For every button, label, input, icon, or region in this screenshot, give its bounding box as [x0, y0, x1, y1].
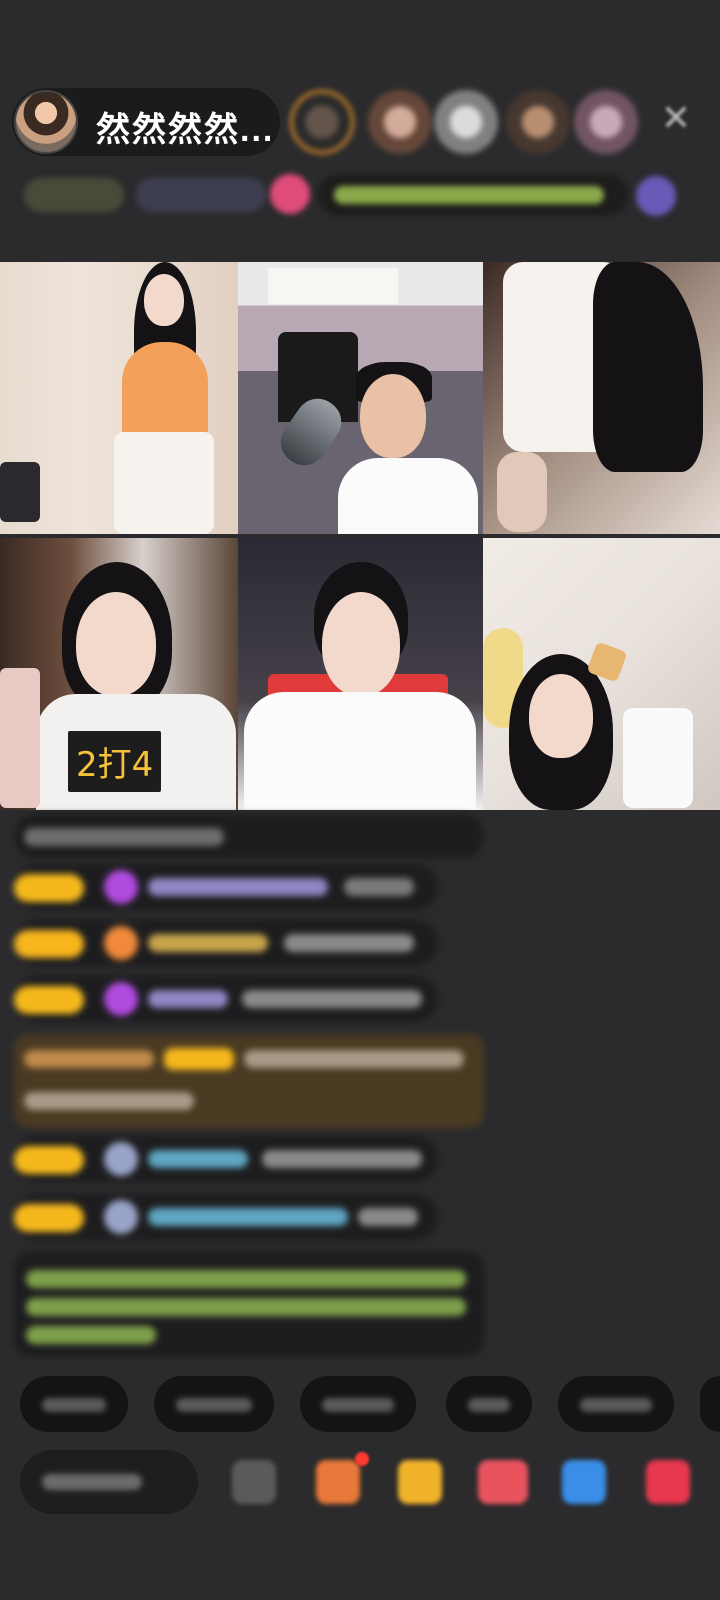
live-room-header: 然然然然... ✕ — [0, 82, 720, 160]
quick-reply-chip[interactable] — [700, 1376, 720, 1432]
host-avatar[interactable] — [14, 90, 78, 154]
chat-message[interactable] — [14, 814, 484, 858]
quick-reply-chip[interactable] — [300, 1376, 416, 1432]
video-tile[interactable] — [238, 538, 483, 810]
multi-guest-video-grid: 2打4 — [0, 262, 720, 816]
viewer-avatar[interactable] — [434, 90, 498, 154]
chat-message[interactable] — [14, 976, 438, 1022]
quick-reply-chip[interactable] — [446, 1376, 532, 1432]
viewer-avatar[interactable] — [506, 90, 570, 154]
chat-message-highlighted[interactable] — [14, 1034, 484, 1128]
viewer-avatar[interactable] — [574, 90, 638, 154]
video-tile[interactable] — [483, 538, 720, 810]
chat-message[interactable] — [14, 864, 438, 910]
pk-badge: 2打4 — [68, 731, 162, 792]
viewer-avatar[interactable] — [368, 90, 432, 154]
interaction-icon[interactable] — [478, 1460, 528, 1504]
guest-figure — [244, 562, 476, 810]
video-tile[interactable] — [0, 262, 238, 534]
more-badge-icon[interactable] — [636, 176, 676, 216]
notification-dot — [355, 1452, 369, 1466]
guest-figure — [338, 362, 478, 534]
rank-badge[interactable] — [24, 178, 124, 212]
host-name[interactable]: 然然然然... — [96, 102, 274, 151]
host-info-pill[interactable]: 然然然然... — [12, 88, 280, 156]
quick-reply-chip[interactable] — [154, 1376, 274, 1432]
chat-message[interactable] — [14, 920, 438, 966]
chat-input[interactable] — [20, 1450, 198, 1514]
quick-reply-chip[interactable] — [20, 1376, 128, 1432]
emoji-icon[interactable] — [232, 1460, 276, 1504]
marquee-text — [334, 186, 604, 204]
quick-reply-chip[interactable] — [558, 1376, 674, 1432]
gift-icon[interactable] — [646, 1460, 690, 1504]
fan-group-icon[interactable] — [316, 1460, 360, 1504]
fan-club-icon[interactable] — [270, 174, 310, 214]
system-notice — [14, 1252, 484, 1356]
bottom-toolbar — [0, 1442, 720, 1522]
share-icon[interactable] — [562, 1460, 606, 1504]
guest-hair — [593, 262, 703, 472]
lucky-bag-icon[interactable] — [398, 1460, 442, 1504]
chat-message[interactable] — [14, 1194, 438, 1240]
rank-badge-row — [0, 168, 720, 224]
video-tile[interactable] — [238, 262, 483, 534]
guest-figure — [100, 262, 230, 534]
video-tile[interactable] — [483, 262, 720, 534]
close-icon[interactable]: ✕ — [656, 98, 696, 138]
chat-message[interactable] — [14, 1136, 438, 1182]
viewer-avatar[interactable] — [290, 90, 354, 154]
heat-badge[interactable] — [136, 178, 266, 212]
